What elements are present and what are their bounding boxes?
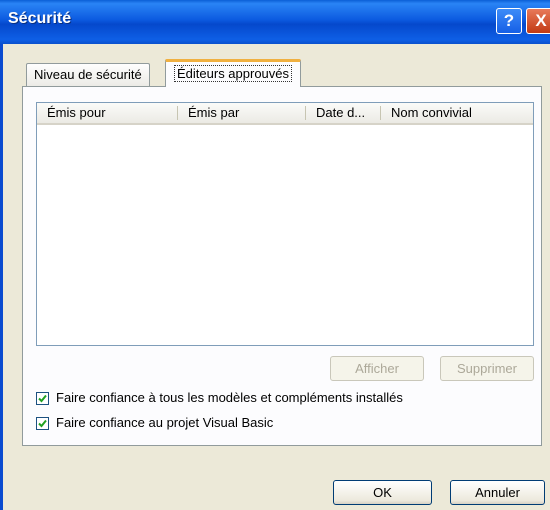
column-date[interactable]: Date d...	[306, 103, 381, 123]
publishers-list[interactable]: Émis pour Émis par Date d... Nom convivi…	[36, 102, 534, 346]
trust-addins-checkbox[interactable]	[36, 392, 49, 405]
trust-vb-project-checkbox[interactable]	[36, 417, 49, 430]
column-issued-to[interactable]: Émis pour	[37, 103, 178, 123]
ok-button[interactable]: OK	[333, 480, 432, 505]
close-button[interactable]: X	[526, 8, 550, 34]
help-button[interactable]: ?	[496, 8, 522, 34]
tab-trusted-publishers-label: Éditeurs approuvés	[174, 65, 293, 82]
column-friendly-name[interactable]: Nom convivial	[381, 103, 533, 123]
window-frame-left	[0, 44, 3, 510]
close-icon: X	[535, 11, 547, 30]
title-bar[interactable]: Sécurité ? X	[0, 0, 550, 44]
security-dialog: Sécurité ? X Niveau de sécurité Éditeurs…	[0, 0, 550, 510]
window-title: Sécurité	[8, 10, 72, 27]
trust-addins-label[interactable]: Faire confiance à tous les modèles et co…	[56, 390, 403, 405]
tab-trusted-publishers[interactable]: Éditeurs approuvés	[165, 59, 302, 87]
list-header: Émis pour Émis par Date d... Nom convivi…	[37, 103, 533, 125]
help-icon: ?	[503, 11, 515, 30]
trust-vb-project-label[interactable]: Faire confiance au projet Visual Basic	[56, 415, 273, 430]
checkmark-icon	[38, 419, 47, 428]
checkmark-icon	[38, 394, 47, 403]
column-issued-by[interactable]: Émis par	[178, 103, 306, 123]
cancel-button[interactable]: Annuler	[450, 480, 545, 505]
show-button[interactable]: Afficher	[330, 356, 424, 381]
delete-button[interactable]: Supprimer	[440, 356, 534, 381]
tab-security-level[interactable]: Niveau de sécurité	[26, 63, 150, 86]
